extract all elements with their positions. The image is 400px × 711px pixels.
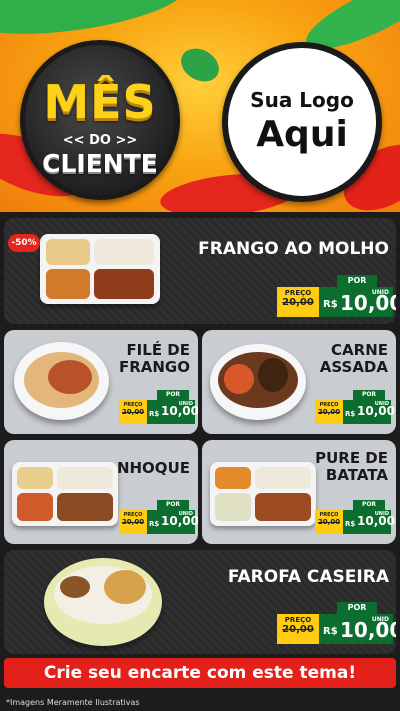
product-name: FRANGO AO MOLHO (198, 239, 389, 259)
new-price: R$ 10,00 UNID (319, 614, 396, 644)
old-price: PREÇO 20,00 (315, 510, 343, 534)
logo-placeholder[interactable]: Sua Logo Aqui (222, 42, 382, 202)
product-card-frango-ao-molho[interactable]: FRANGO AO MOLHO POR PREÇO 20,00 R$ 10,00… (4, 218, 396, 324)
create-flyer-cta[interactable]: Crie seu encarte com este tema! (4, 658, 396, 688)
product-name: CARNE ASSADA (319, 341, 388, 377)
old-price: PREÇO 20,00 (277, 614, 319, 644)
product-card-file-de-frango[interactable]: FILÉ DE FRANGO POR PREÇO 20,00 R$ 10,00 … (4, 330, 198, 434)
discount-badge: -50% (8, 234, 40, 252)
food-bowl-image (44, 558, 162, 646)
price-tag: POR PREÇO 20,00 R$ 10,00 UNID (119, 390, 198, 426)
price-tag: POR PREÇO 20,00 R$ 10,00 UNID (119, 500, 198, 536)
product-name: FILÉ DE FRANGO (118, 341, 190, 377)
new-price: R$ 10,00 UNID (147, 510, 198, 534)
green-arrow-decoration (175, 42, 225, 88)
new-price: R$ 10,00 UNID (319, 287, 396, 317)
header-banner: MÊS << DO >> CLIENTE Sua Logo Aqui (0, 0, 400, 212)
food-tray-image (210, 462, 316, 526)
price-tag: POR PREÇO 20,00 R$ 10,00 UNID (277, 275, 396, 319)
por-label: POR (337, 275, 377, 287)
por-label: POR (337, 602, 377, 614)
new-price: R$ 10,00 UNID (343, 400, 395, 424)
product-card-carne-assada[interactable]: CARNE ASSADA POR PREÇO 20,00 R$ 10,00 UN… (202, 330, 396, 434)
product-name: FAROFA CASEIRA (227, 567, 389, 587)
mes-do-cliente-badge: MÊS << DO >> CLIENTE (20, 40, 180, 200)
food-tray-image (12, 462, 118, 526)
product-card-farofa-caseira[interactable]: FAROFA CASEIRA POR PREÇO 20,00 R$ 10,00 … (4, 550, 396, 654)
product-card-pure-de-batata[interactable]: PURE DE BATATA POR PREÇO 20,00 R$ 10,00 … (202, 440, 396, 544)
old-price: PREÇO 20,00 (119, 510, 147, 534)
new-price: R$ 10,00 UNID (147, 400, 198, 424)
product-name: PURE DE BATATA (315, 449, 388, 485)
product-name: NHOQUE (116, 459, 190, 477)
price-tag: POR PREÇO 20,00 R$ 10,00 UNID (315, 390, 395, 426)
badge-subtitle: << DO >> (62, 133, 138, 148)
price-tag: POR PREÇO 20,00 R$ 10,00 UNID (315, 500, 395, 536)
illustrative-images-note: *Imagens Meramente Ilustrativas (6, 698, 140, 707)
logo-line-1: Sua Logo (250, 88, 354, 112)
food-bowl-image (14, 342, 109, 420)
old-price: PREÇO 20,00 (315, 400, 343, 424)
old-price: PREÇO 20,00 (277, 287, 319, 317)
food-bowl-image (210, 344, 306, 420)
product-card-nhoque[interactable]: NHOQUE POR PREÇO 20,00 R$ 10,00 UNID (4, 440, 198, 544)
logo-line-2: Aqui (256, 114, 348, 155)
price-tag: POR PREÇO 20,00 R$ 10,00 UNID (277, 602, 396, 646)
badge-title-2: CLIENTE (42, 149, 158, 178)
old-price: PREÇO 20,00 (119, 400, 147, 424)
green-arrow-decoration (0, 0, 194, 46)
badge-title: MÊS (43, 75, 157, 129)
food-tray-image (40, 234, 160, 304)
new-price: R$ 10,00 UNID (343, 510, 395, 534)
